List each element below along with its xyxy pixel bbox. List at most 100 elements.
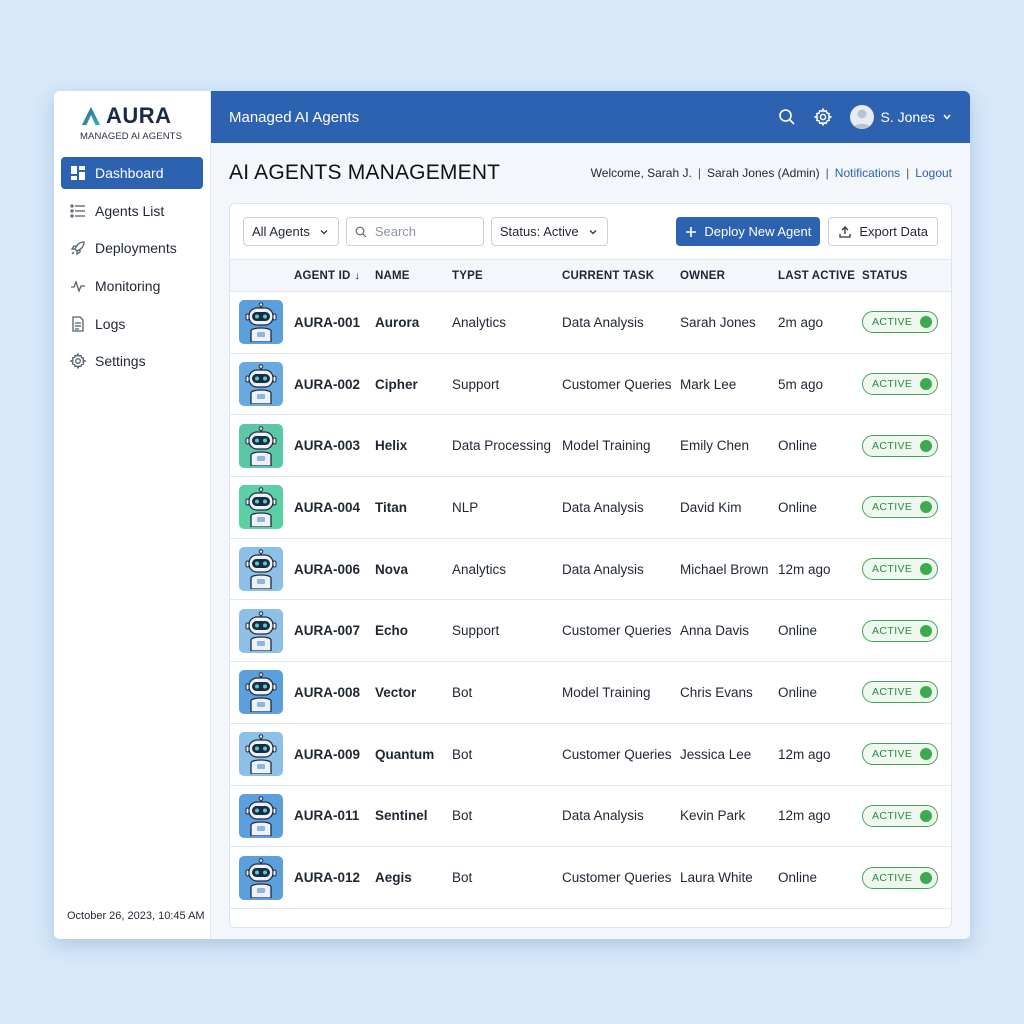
table-header-row: AGENT ID ↓ NAME TYPE CURRENT TASK OWNER L…: [230, 259, 951, 292]
header-owner[interactable]: OWNER: [680, 260, 778, 292]
header-agent-id[interactable]: AGENT ID ↓: [294, 260, 375, 292]
robot-avatar-icon: [239, 608, 283, 653]
user-menu[interactable]: S. Jones: [849, 105, 952, 129]
separator: |: [906, 166, 910, 180]
last-active-cell: 12m ago: [778, 746, 831, 762]
last-active-cell: Online: [778, 499, 818, 515]
status-cell: ACTIVE: [862, 353, 951, 415]
sidebar-item-agents-list[interactable]: Agents List: [61, 195, 203, 227]
robot-avatar-icon: [239, 855, 283, 900]
status-cell: ACTIVE: [862, 600, 951, 662]
status-label: ACTIVE: [872, 316, 913, 329]
status-badge: ACTIVE: [862, 804, 939, 827]
header-current-task[interactable]: CURRENT TASK: [562, 260, 680, 292]
table-row[interactable]: AURA-002 Cipher Support Customer Queries…: [230, 353, 951, 415]
sidebar-item-monitoring[interactable]: Monitoring: [61, 270, 203, 302]
status-dot-icon: [920, 439, 933, 452]
gear-icon[interactable]: [813, 108, 832, 126]
agent-type-cell: Analytics: [452, 314, 507, 330]
status-badge: ACTIVE: [862, 866, 939, 889]
logo[interactable]: AURA MANAGED AI AGENTS: [80, 103, 190, 142]
export-data-button[interactable]: Export Data: [828, 217, 938, 246]
header-last-active[interactable]: LAST ACTIVE: [778, 260, 862, 292]
agent-id-cell: AURA-007: [294, 623, 361, 639]
status-cell: ACTIVE: [862, 662, 951, 724]
agent-filter-label: All Agents: [252, 224, 310, 239]
status-cell: ACTIVE: [862, 538, 951, 600]
status-badge: ACTIVE: [862, 311, 939, 334]
sidebar-item-logs[interactable]: Logs: [61, 308, 203, 340]
status-label: ACTIVE: [872, 501, 913, 514]
status-label: ACTIVE: [872, 686, 913, 699]
avatar-cell: [230, 662, 294, 724]
search-placeholder: Search: [374, 224, 417, 239]
agents-panel: All Agents Search Status: Active Deploy …: [229, 203, 952, 928]
agent-name-cell: Echo: [375, 623, 409, 639]
deploy-new-agent-button[interactable]: Deploy New Agent: [676, 217, 821, 246]
search-icon[interactable]: [778, 108, 796, 126]
status-badge: ACTIVE: [862, 496, 939, 519]
sidebar-item-deployments[interactable]: Deployments: [61, 232, 203, 264]
deploy-label: Deploy New Agent: [704, 224, 812, 239]
agent-name-cell: Titan: [375, 499, 408, 515]
agent-id-cell: AURA-008: [294, 684, 361, 700]
status-filter-dropdown[interactable]: Status: Active: [490, 217, 608, 246]
owner-cell: Michael Brown: [680, 561, 769, 577]
logout-link[interactable]: Logout: [915, 166, 952, 180]
table-row[interactable]: AURA-001 Aurora Analytics Data Analysis …: [230, 292, 951, 354]
table-row[interactable]: AURA-012 Aegis Bot Customer Queries Laur…: [230, 847, 951, 909]
agent-id-cell: AURA-011: [294, 808, 360, 824]
table-row[interactable]: AURA-009 Quantum Bot Customer Queries Je…: [230, 723, 951, 785]
table-row[interactable]: AURA-004 Titan NLP Data Analysis David K…: [230, 477, 951, 539]
status-dot-icon: [920, 501, 933, 514]
separator: |: [697, 166, 701, 180]
table-row[interactable]: AURA-006 Nova Analytics Data Analysis Mi…: [230, 538, 951, 600]
sidebar-item-label: Deployments: [95, 240, 177, 257]
owner-cell: Sarah Jones: [680, 314, 756, 330]
header-status[interactable]: STATUS: [862, 260, 951, 292]
header-name[interactable]: NAME: [375, 260, 452, 292]
table-row[interactable]: AURA-007 Echo Support Customer Queries A…: [230, 600, 951, 662]
avatar-cell: [230, 600, 294, 662]
owner-cell: Jessica Lee: [680, 746, 752, 762]
status-label: ACTIVE: [872, 871, 913, 884]
sidebar-item-settings[interactable]: Settings: [61, 345, 203, 377]
robot-avatar-icon: [239, 793, 283, 838]
notifications-link[interactable]: Notifications: [835, 166, 900, 180]
current-task-cell: Data Analysis: [562, 561, 644, 577]
avatar-cell: [230, 415, 294, 477]
separator: |: [825, 166, 829, 180]
sidebar-nav: Dashboard Agents List Deployments Monito…: [61, 157, 203, 383]
owner-cell: David Kim: [680, 499, 742, 515]
search-input[interactable]: Search: [345, 217, 484, 246]
agent-id-cell: AURA-004: [294, 499, 361, 515]
search-icon: [355, 226, 367, 237]
status-badge: ACTIVE: [862, 681, 939, 704]
status-dot-icon: [920, 316, 933, 329]
page-title: AI AGENTS MANAGEMENT: [229, 161, 501, 184]
agent-name-cell: Vector: [375, 684, 417, 700]
plus-icon: [686, 226, 697, 237]
agent-type-cell: Support: [452, 376, 500, 392]
table-row[interactable]: AURA-003 Helix Data Processing Model Tra…: [230, 415, 951, 477]
table-row[interactable]: AURA-011 Sentinel Bot Data Analysis Kevi…: [230, 785, 951, 847]
agent-type-cell: NLP: [452, 499, 479, 515]
agent-id-cell: AURA-002: [294, 376, 361, 392]
header-type[interactable]: TYPE: [452, 260, 562, 292]
current-task-cell: Model Training: [562, 438, 651, 454]
agent-type-cell: Bot: [452, 746, 473, 762]
sidebar-item-dashboard[interactable]: Dashboard: [61, 157, 203, 189]
last-active-cell: 5m ago: [778, 376, 824, 392]
sidebar-item-label: Settings: [95, 353, 146, 370]
agent-type-cell: Analytics: [452, 561, 507, 577]
agent-type-cell: Support: [452, 623, 500, 639]
header-avatar: [230, 260, 294, 292]
agent-filter-dropdown[interactable]: All Agents: [243, 217, 339, 246]
agents-table: AGENT ID ↓ NAME TYPE CURRENT TASK OWNER L…: [230, 259, 951, 909]
status-cell: ACTIVE: [862, 292, 951, 354]
current-task-cell: Customer Queries: [562, 376, 672, 392]
last-active-cell: Online: [778, 870, 818, 886]
table-row[interactable]: AURA-008 Vector Bot Model Training Chris…: [230, 662, 951, 724]
robot-avatar-icon: [239, 547, 283, 592]
last-active-cell: Online: [778, 623, 818, 639]
